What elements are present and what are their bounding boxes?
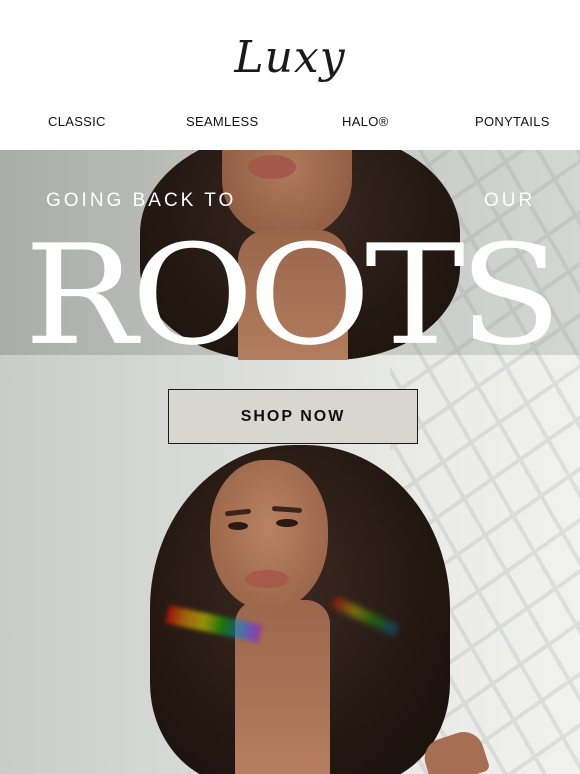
hero-kicker-left: GOING BACK TO <box>46 190 237 211</box>
shop-now-button[interactable]: SHOP NOW <box>168 389 418 444</box>
model-lips-top <box>248 155 296 179</box>
nav-item-ponytails[interactable]: PONYTAILS <box>475 114 550 129</box>
model-eye-right <box>276 519 298 527</box>
hero-banner[interactable]: GOING BACK TO OUR ROOTS SHOP NOW <box>0 150 580 774</box>
model-lips <box>245 570 289 588</box>
hero-headline: ROOTS <box>24 215 562 377</box>
nav-item-classic[interactable]: CLASSIC <box>48 114 106 129</box>
email-header: Luxy CLASSIC SEAMLESS HALO® PONYTAILS <box>0 0 580 150</box>
brand-logo-text: Luxy <box>234 31 346 83</box>
model-eye-left <box>228 522 248 530</box>
category-nav: CLASSIC SEAMLESS HALO® PONYTAILS <box>0 114 580 130</box>
nav-item-halo[interactable]: HALO® <box>342 114 388 129</box>
brand-logo[interactable]: Luxy <box>0 22 580 92</box>
nav-item-seamless[interactable]: SEAMLESS <box>186 114 258 129</box>
hero-kicker-right: OUR <box>484 190 536 211</box>
